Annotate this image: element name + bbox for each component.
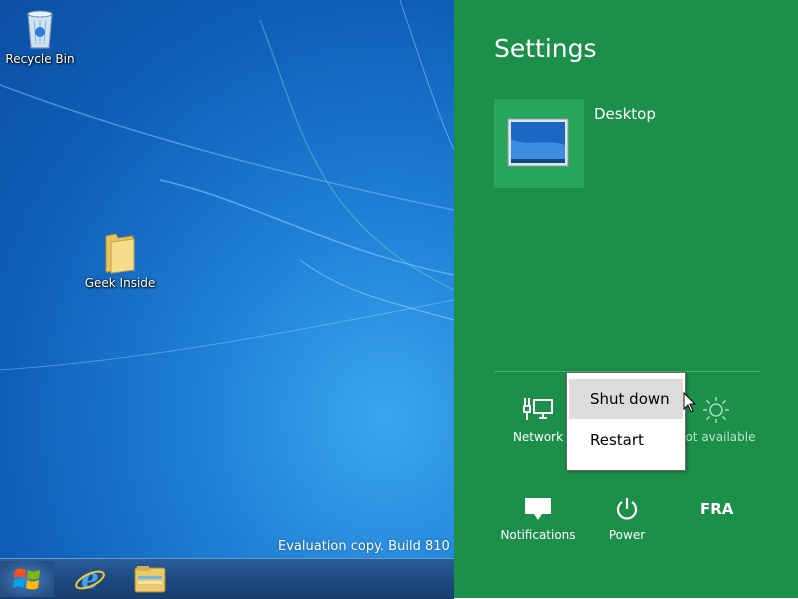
wallpaper-swirls — [0, 0, 454, 371]
notifications-label: Notifications — [500, 528, 576, 542]
keyboard-language-button[interactable]: FRA — [700, 500, 733, 518]
start-button[interactable] — [0, 561, 54, 597]
file-explorer-button[interactable] — [124, 561, 176, 597]
notifications-button[interactable]: Notifications — [498, 492, 578, 542]
power-menu: Shut down Restart — [566, 372, 686, 471]
recycle-bin-icon[interactable]: Recycle Bin — [0, 6, 85, 66]
power-button[interactable]: Power — [587, 492, 667, 542]
notifications-icon — [525, 498, 551, 520]
svg-text:e: e — [81, 563, 99, 595]
geek-inside-label: Geek Inside — [84, 276, 156, 290]
brightness-icon — [703, 397, 729, 423]
file-explorer-icon — [134, 566, 166, 593]
geek-inside-folder[interactable]: Geek Inside — [75, 230, 165, 290]
recycle-bin-label: Recycle Bin — [5, 52, 75, 66]
desktop-background[interactable]: Recycle Bin Geek Inside Evaluation copy.… — [0, 0, 454, 598]
settings-title: Settings — [494, 34, 597, 63]
power-icon — [616, 498, 638, 520]
evaluation-watermark: Evaluation copy. Build 810 — [278, 539, 450, 554]
mouse-cursor-icon — [683, 392, 697, 413]
monitor-icon — [507, 118, 569, 167]
desktop-tile[interactable] — [494, 99, 584, 188]
internet-explorer-button[interactable]: e — [64, 561, 116, 597]
settings-charm-panel: Settings Desktop Network Not available N… — [454, 0, 798, 598]
power-label: Power — [608, 528, 646, 542]
folder-icon — [105, 233, 135, 274]
restart-menu-item[interactable]: Restart — [569, 420, 683, 460]
desktop-tile-label: Desktop — [594, 105, 656, 123]
windows-logo-icon — [13, 568, 40, 590]
shut-down-menu-item[interactable]: Shut down — [569, 379, 683, 419]
taskbar: e — [0, 558, 454, 599]
not-available-label: Not available — [676, 430, 756, 444]
internet-explorer-icon: e — [75, 563, 105, 595]
recycle-bin-graphic — [27, 10, 53, 49]
network-icon — [523, 398, 553, 420]
